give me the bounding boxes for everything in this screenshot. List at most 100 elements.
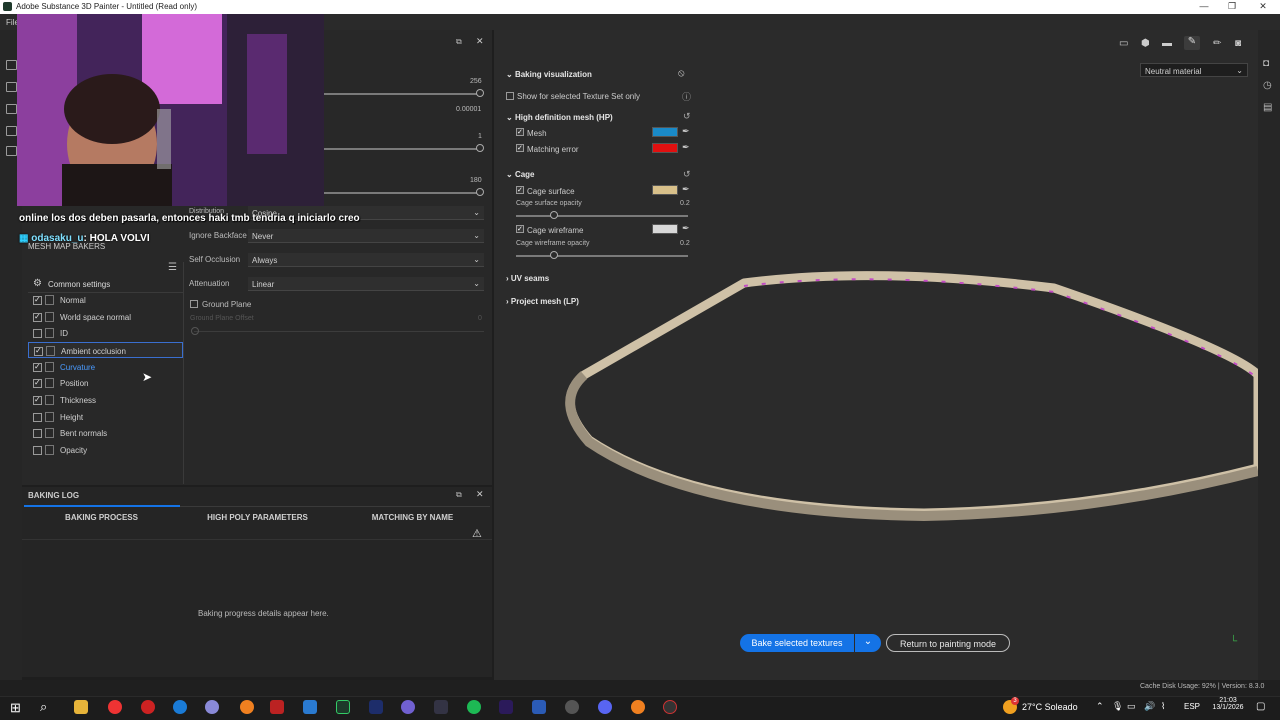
camera-icon[interactable]: ▬ <box>1162 38 1172 49</box>
minimize-button[interactable]: — <box>1196 1 1212 13</box>
export-icon[interactable] <box>6 60 17 70</box>
ground-plane-checkbox[interactable] <box>190 300 198 308</box>
hp-section-header[interactable]: ⌄ High definition mesh (HP) <box>506 113 636 122</box>
eyedropper-icon[interactable]: ✒ <box>682 223 690 234</box>
layers-icon[interactable] <box>6 82 17 92</box>
eye-off-icon[interactable]: ⦸ <box>678 68 685 79</box>
close-panel-icon[interactable]: ✕ <box>476 36 484 47</box>
wifi-icon[interactable]: ⌇ <box>1161 701 1165 712</box>
mesh-checkbox[interactable]: ✓ <box>516 128 524 136</box>
checkbox[interactable] <box>33 378 42 388</box>
search-icon[interactable]: ⌕ <box>40 699 47 715</box>
camera-settings-icon[interactable]: ◘ <box>1263 58 1269 69</box>
attenuation-dropdown[interactable]: Linear ⌄ <box>248 277 484 291</box>
self-occlusion-dropdown[interactable]: Always ⌄ <box>248 253 484 267</box>
return-to-painting-button[interactable]: Return to painting mode <box>886 634 1010 652</box>
cage-surface-color-swatch[interactable] <box>652 185 678 195</box>
baker-item-position[interactable]: Position <box>28 375 183 391</box>
checkbox[interactable] <box>34 346 43 356</box>
slider-knob[interactable] <box>191 327 199 335</box>
baker-item-bent-normals[interactable]: Bent normals <box>28 425 183 441</box>
slider-track[interactable] <box>324 148 478 150</box>
material-dropdown[interactable]: Neutral material ⌄ <box>1140 63 1248 77</box>
baker-item-id[interactable]: ID <box>28 325 183 341</box>
voicemeeter-icon[interactable] <box>270 700 284 714</box>
opera-icon[interactable] <box>141 700 155 714</box>
baker-item-thickness[interactable]: Thickness <box>28 392 183 408</box>
checkbox[interactable] <box>33 446 42 455</box>
chevron-up-icon[interactable]: ⌃ <box>1096 701 1104 712</box>
photos-icon[interactable] <box>303 700 317 714</box>
app-icon[interactable] <box>663 700 677 714</box>
ground-plane-offset-slider[interactable] <box>194 331 484 332</box>
windows-start-icon[interactable]: ⊞ <box>10 700 21 716</box>
checkbox[interactable] <box>33 295 42 305</box>
show-selected-checkbox[interactable] <box>506 92 514 100</box>
slider-track[interactable] <box>324 93 478 95</box>
checkbox[interactable] <box>33 413 42 422</box>
restore-button[interactable]: ❐ <box>1224 1 1240 13</box>
tab-baking-process[interactable]: BAKING PROCESS <box>24 513 179 522</box>
common-settings-row[interactable]: ⚙ Common settings <box>28 276 183 292</box>
menu-icon[interactable]: ☰ <box>168 262 177 273</box>
ignore-backface-dropdown[interactable]: Never ⌄ <box>248 229 484 243</box>
settings-icon[interactable] <box>6 104 17 114</box>
uv-seams-header[interactable]: › UV seams <box>506 274 586 283</box>
eyedropper-icon[interactable]: ✒ <box>682 184 690 195</box>
bake-options-button[interactable]: ⌄ <box>855 634 881 652</box>
eyedropper-icon[interactable]: ✒ <box>682 126 690 137</box>
microphone-icon[interactable]: 🎙 <box>1112 701 1123 712</box>
app-icon[interactable] <box>631 700 645 714</box>
davinci-icon[interactable] <box>434 700 448 714</box>
language-indicator[interactable]: ESP <box>1184 702 1200 711</box>
mesh-color-swatch[interactable] <box>652 127 678 137</box>
slider-knob[interactable] <box>550 211 558 219</box>
tab-high-poly-parameters[interactable]: HIGH POLY PARAMETERS <box>180 513 335 522</box>
reset-icon[interactable]: ↺ <box>683 169 691 180</box>
brush-icon[interactable]: ✏ <box>1213 38 1221 49</box>
cage-section-header[interactable]: ⌄ Cage <box>506 170 566 179</box>
history-icon[interactable]: ◷ <box>1263 80 1272 91</box>
slider-knob[interactable] <box>476 89 484 97</box>
word-icon[interactable] <box>532 700 546 714</box>
cage-wireframe-checkbox[interactable]: ✓ <box>516 225 524 233</box>
matching-error-checkbox[interactable]: ✓ <box>516 144 524 152</box>
checkbox[interactable] <box>33 429 42 438</box>
cage-wireframe-opacity-slider[interactable] <box>516 255 688 257</box>
baking-viz-header[interactable]: ⌄ Baking visualization <box>506 70 626 79</box>
after-effects-icon[interactable] <box>499 700 513 714</box>
substance-painter-icon[interactable] <box>336 700 350 714</box>
baker-item-curvature[interactable]: Curvature <box>28 359 183 375</box>
baker-item-ambient-occlusion[interactable]: Ambient occlusion <box>28 342 183 358</box>
discord-icon[interactable] <box>598 700 612 714</box>
3d-viewport[interactable]: ▭ ⬢ ▬ ✎ ✏ ◙ Neutral material ⌄ └ <box>494 30 1258 680</box>
checkbox[interactable] <box>33 329 42 338</box>
slider-knob[interactable] <box>476 144 484 152</box>
log-icon[interactable]: ▤ <box>1263 102 1272 113</box>
network-icon[interactable]: ▭ <box>1127 701 1136 712</box>
spotify-icon[interactable] <box>467 700 481 714</box>
checkbox[interactable] <box>33 312 42 322</box>
bake-selected-textures-button[interactable]: Bake selected textures <box>740 634 854 652</box>
checkbox[interactable] <box>33 362 42 372</box>
matching-error-color-swatch[interactable] <box>652 143 678 153</box>
cube-icon[interactable]: ⬢ <box>1141 38 1150 49</box>
close-button[interactable]: ✕ <box>1255 1 1271 13</box>
slider-knob[interactable] <box>476 188 484 196</box>
popout-icon[interactable]: ⧉ <box>456 37 462 47</box>
volume-icon[interactable]: 🔊 <box>1144 701 1155 712</box>
obs-icon[interactable] <box>240 700 254 714</box>
project-mesh-header[interactable]: › Project mesh (LP) <box>506 297 606 306</box>
chrome-icon[interactable] <box>108 700 122 714</box>
info-icon[interactable]: ⓘ <box>682 90 691 103</box>
visual-studio-icon[interactable] <box>369 700 383 714</box>
reset-icon[interactable]: ↺ <box>683 111 691 122</box>
shelf-icon[interactable] <box>6 126 17 136</box>
cage-wireframe-color-swatch[interactable] <box>652 224 678 234</box>
file-explorer-icon[interactable] <box>74 700 88 714</box>
tab-matching-by-name[interactable]: MATCHING BY NAME <box>335 513 490 522</box>
baker-item-opacity[interactable]: Opacity <box>28 442 183 458</box>
baker-item-world-space-normal[interactable]: World space normal <box>28 309 183 325</box>
checkbox[interactable] <box>33 395 42 405</box>
baker-item-normal[interactable]: Normal <box>28 292 183 308</box>
